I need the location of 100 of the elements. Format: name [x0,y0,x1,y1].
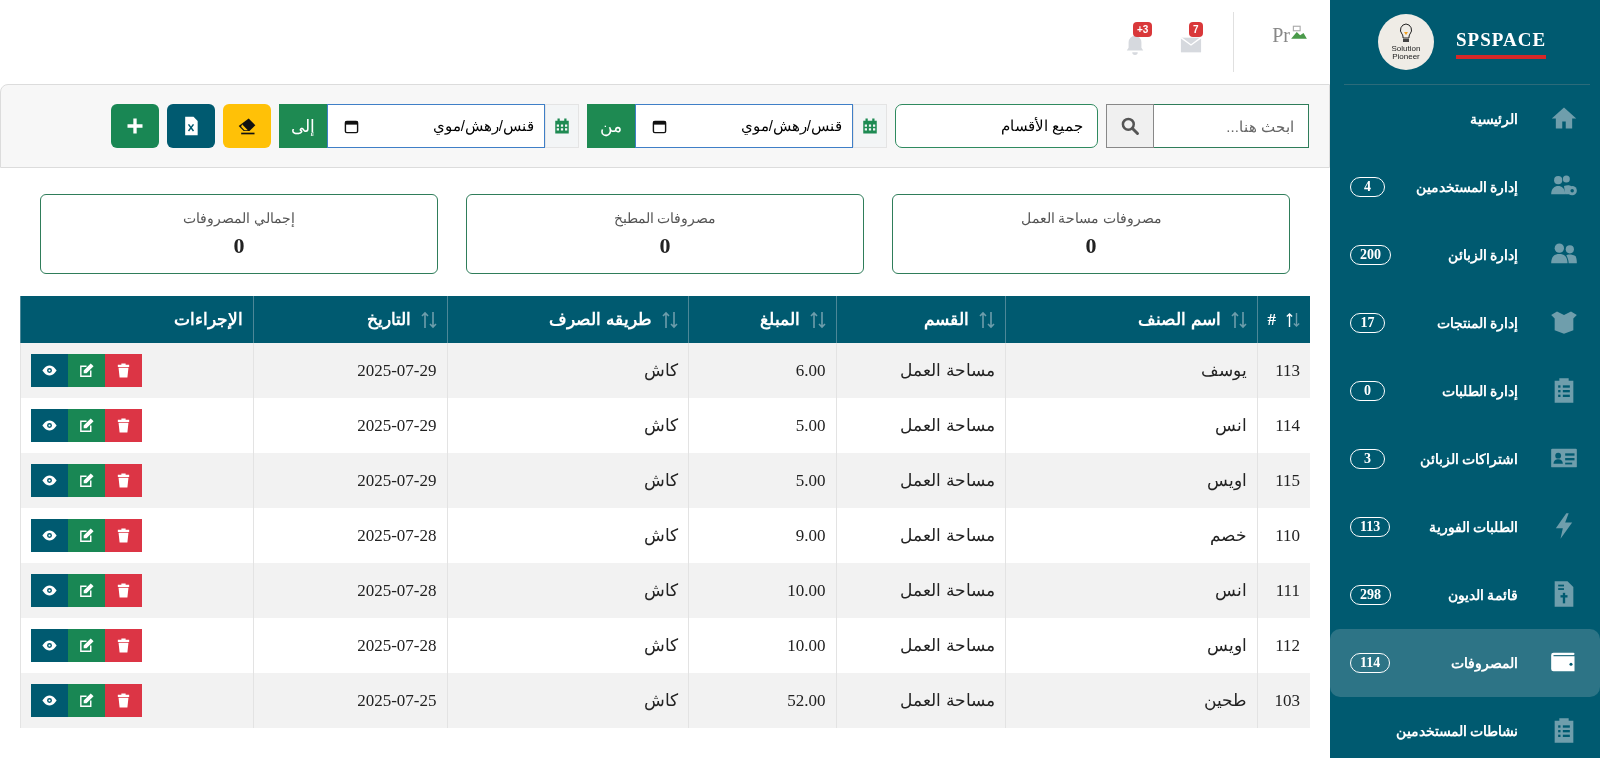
table-cell: كاش [447,563,688,618]
sidebar-item[interactable]: الرئيسية [1330,85,1600,153]
table-cell: كاش [447,343,688,398]
delete-button[interactable] [104,464,142,497]
table-cell: 2025-07-25 [253,673,447,728]
sidebar-label: إدارة المستخدمين [1414,178,1518,196]
date-label: إلى [279,104,327,148]
notification-badge: 7 [1189,22,1203,37]
column-header[interactable]: المبلغ [759,309,800,330]
column-header[interactable]: القسم [923,309,969,330]
brand-name: SPSPACE [1456,29,1547,59]
table-cell: 103 [1257,673,1310,728]
table-cell: مساحة العمل [836,453,1005,508]
notification-badge: 3+ [1133,22,1153,37]
add-button[interactable] [111,104,159,148]
view-button[interactable] [30,574,68,607]
delete-button[interactable] [104,519,142,552]
edit-button[interactable] [67,684,105,717]
table-cell: 2025-07-28 [253,563,447,618]
table-cell: مساحة العمل [836,673,1005,728]
edit-icon [77,472,95,489]
column-header[interactable]: طريقه الصرف [549,309,652,330]
lightbulb-icon [1398,23,1414,45]
search-button[interactable] [1106,104,1154,148]
delete-button[interactable] [104,409,142,442]
delete-button[interactable] [104,684,142,717]
sidebar-label: نشاطات المستخدمين [1394,722,1518,740]
view-button[interactable] [30,464,68,497]
table-cell: 52.00 [688,673,836,728]
date-field[interactable]: قنس/رهش/موي [635,104,853,148]
table-cell: 2025-07-29 [253,343,447,398]
column-header[interactable]: التاريخ [366,309,411,330]
table-cell: 5.00 [688,453,836,508]
view-button[interactable] [30,629,68,662]
sidebar-label: إدارة الزبائن [1446,246,1518,264]
edit-button[interactable] [67,464,105,497]
edit-icon [77,692,95,709]
view-button[interactable] [30,684,68,717]
delete-button[interactable] [104,354,142,387]
delete-button[interactable] [104,574,142,607]
calendar-icon [344,118,359,134]
card-value: 0 [659,232,671,259]
edit-icon [77,527,95,544]
search-field[interactable]: ابحث هنا... [1154,104,1309,148]
edit-icon [77,417,95,434]
sidebar-label: الرئيسية [1469,110,1518,128]
column-header[interactable]: # [1267,309,1276,330]
calendar-icon [861,117,879,135]
column-header[interactable]: اسم الصنف [1138,309,1221,330]
plus-icon [125,116,145,136]
category-select[interactable]: جميع الأقسام [895,104,1098,148]
view-button[interactable] [30,519,68,552]
excel-button[interactable] [167,104,215,148]
card-value: 0 [1085,232,1097,259]
sidebar-label: اشتراكات الزبائن [1418,450,1518,468]
logo-text: Solution [1391,45,1421,53]
image-alt-text: Pr [1272,23,1290,47]
edit-button[interactable] [67,409,105,442]
table-cell: 111 [1257,563,1310,618]
card-title: إجمالي المصروفات [183,209,295,227]
table-cell: 2025-07-29 [253,453,447,508]
edit-icon [77,582,95,599]
table-cell: 10.00 [688,563,836,618]
sidebar-label: الطلبات الفورية [1427,518,1518,536]
sidebar-label: قائمة الديون [1446,586,1518,604]
search-icon [1120,116,1140,136]
sidebar-item[interactable]: نشاطات المستخدمين [1330,697,1600,758]
table-cell: انس [1005,563,1257,618]
broken-image-icon [1290,23,1308,42]
edit-icon [77,637,95,654]
edit-button[interactable] [67,354,105,387]
table-cell: طحين [1005,673,1257,728]
column-header[interactable]: الإجراءات [173,309,243,330]
edit-icon [77,362,95,379]
date-label: من [587,104,635,148]
clear-button[interactable] [223,104,271,148]
table-cell: 113 [1257,343,1310,398]
edit-button[interactable] [67,519,105,552]
table-cell: 6.00 [688,343,836,398]
edit-button[interactable] [67,574,105,607]
table-cell: كاش [447,453,688,508]
delete-button[interactable] [104,629,142,662]
sidebar-label: إدارة الطلبات [1440,382,1518,400]
sidebar-label: المصروفات [1450,654,1518,672]
card-title: مصروفات المطبخ [613,209,717,227]
table-cell: مساحة العمل [836,563,1005,618]
calendar-icon [553,117,571,135]
view-button[interactable] [30,354,68,387]
logo-text: Pioneer [1392,53,1420,61]
card-value: 0 [233,232,245,259]
calendar-icon [652,118,667,134]
card-title: مصروفات مساحة العمل [1020,209,1162,227]
date-field[interactable]: قنس/رهش/موي [327,104,545,148]
table-cell: كاش [447,673,688,728]
table-cell: اويس [1005,453,1257,508]
edit-button[interactable] [67,629,105,662]
view-button[interactable] [30,409,68,442]
sidebar-label: إدارة المنتجات [1435,314,1518,332]
table-cell: يوسف [1005,343,1257,398]
eraser-icon [237,116,257,136]
